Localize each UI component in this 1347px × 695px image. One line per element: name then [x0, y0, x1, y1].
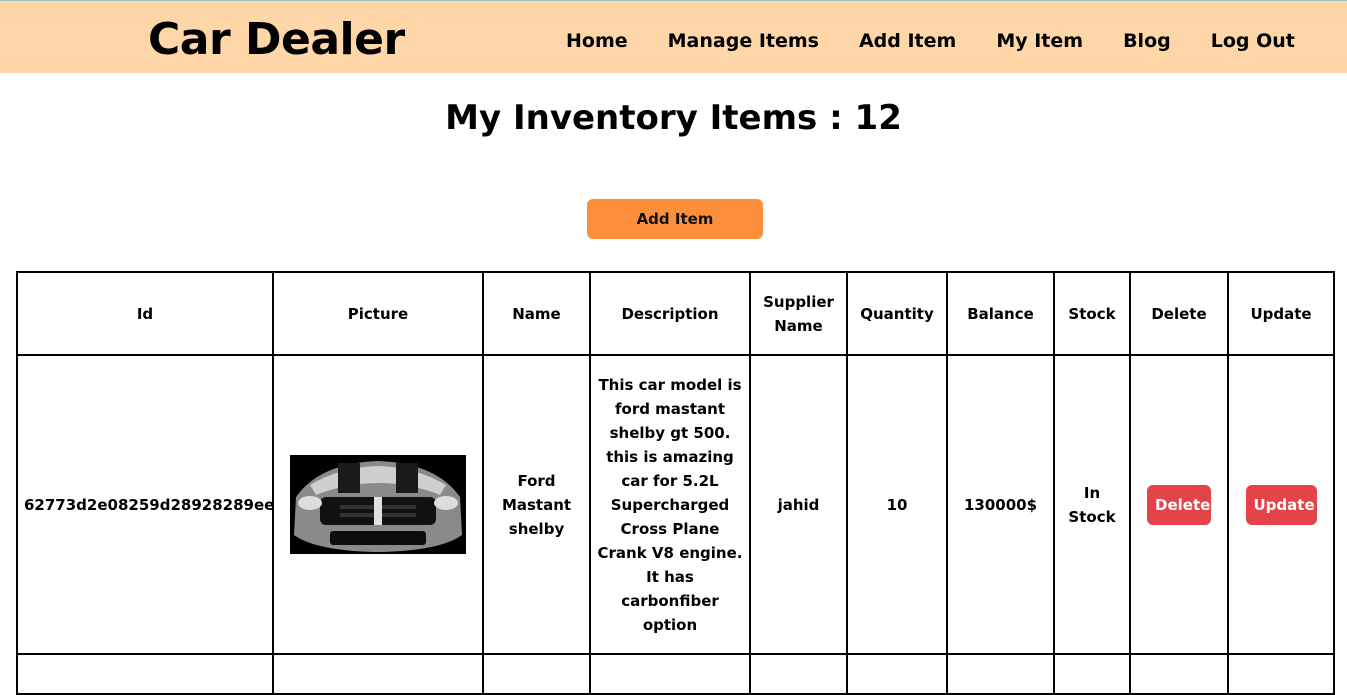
nav-my-item[interactable]: My Item — [996, 28, 1083, 54]
cell-stub — [846, 653, 948, 695]
page-title: My Inventory Items : 12 — [445, 98, 902, 138]
top-navbar: Car Dealer Home Manage Items Add Item My… — [0, 0, 1347, 73]
cell-id: 62773d2e08259d28928289ee — [16, 354, 274, 655]
nav-log-out[interactable]: Log Out — [1211, 28, 1295, 54]
cell-stub — [1129, 653, 1229, 695]
cell-stub — [272, 653, 484, 695]
table-header-row: Id Picture Name Description Supplier Nam… — [16, 271, 1335, 356]
cell-quantity: 10 — [846, 354, 948, 655]
car-image — [290, 455, 466, 554]
cell-stub — [1053, 653, 1131, 695]
cell-description: This car model is ford mastant shelby gt… — [589, 354, 751, 655]
nav-manage-items[interactable]: Manage Items — [668, 28, 819, 54]
col-header-stock: Stock — [1053, 271, 1131, 356]
col-header-picture: Picture — [272, 271, 484, 356]
col-header-quantity: Quantity — [846, 271, 948, 356]
cell-stub — [1227, 653, 1335, 695]
update-button[interactable]: Update — [1245, 484, 1317, 525]
brand-logo[interactable]: Car Dealer — [148, 12, 405, 68]
col-header-delete: Delete — [1129, 271, 1229, 356]
cell-delete: Delete — [1129, 354, 1229, 655]
cell-stub — [749, 653, 848, 695]
delete-button[interactable]: Delete — [1147, 484, 1211, 525]
cell-supplier: jahid — [749, 354, 848, 655]
nav-links: Home Manage Items Add Item My Item Blog … — [566, 28, 1295, 54]
inventory-table: Id Picture Name Description Supplier Nam… — [16, 271, 1335, 695]
cell-stock: In Stock — [1053, 354, 1131, 655]
cell-stub — [482, 653, 591, 695]
cell-stub — [589, 653, 751, 695]
cell-stub — [16, 653, 274, 695]
col-header-description: Description — [589, 271, 751, 356]
col-header-id: Id — [16, 271, 274, 356]
nav-blog[interactable]: Blog — [1123, 28, 1171, 54]
cell-picture — [272, 354, 484, 655]
cell-stub — [946, 653, 1055, 695]
cell-name: Ford Mastant shelby — [482, 354, 591, 655]
table-row — [16, 653, 1335, 695]
nav-add-item[interactable]: Add Item — [859, 28, 956, 54]
col-header-supplier-name: Supplier Name — [749, 271, 848, 356]
col-header-name: Name — [482, 271, 591, 356]
add-item-button[interactable]: Add Item — [587, 199, 763, 239]
cell-balance: 130000$ — [946, 354, 1055, 655]
nav-home[interactable]: Home — [566, 28, 628, 54]
cell-update: Update — [1227, 354, 1335, 655]
col-header-balance: Balance — [946, 271, 1055, 356]
col-header-update: Update — [1227, 271, 1335, 356]
table-row: 62773d2e08259d28928289ee Ford Mastant sh… — [16, 354, 1335, 655]
